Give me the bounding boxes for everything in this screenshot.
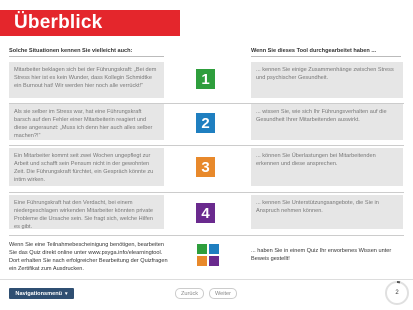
overview-row-1: Mitarbeiter beklagen sich bei der Führun…	[9, 62, 404, 106]
quiz-grid-icon[interactable]	[197, 244, 219, 266]
navigation-menu-button[interactable]: Navigationsmenü ▾	[9, 288, 74, 299]
module-3-button[interactable]: 3	[196, 157, 215, 177]
situation-text: Mitarbeiter beklagen sich bei der Führun…	[9, 62, 164, 98]
situation-text: Als sie selber im Stress war, hat eine F…	[9, 104, 164, 140]
page-indicator: 2	[395, 290, 399, 296]
quiz-result-text: ... haben Sie in einem Quiz Ihr erworben…	[251, 248, 392, 262]
overview-row-4: Eine Führungskraft hat den Verdacht, bei…	[9, 195, 404, 237]
divider	[9, 56, 164, 57]
result-text: ... kennen Sie einige Zusammenhänge zwis…	[251, 62, 403, 98]
divider	[251, 56, 401, 57]
overview-row-2: Als sie selber im Stress war, hat eine F…	[9, 104, 404, 148]
module-2-button[interactable]: 2	[196, 113, 215, 133]
situation-text: Ein Mitarbeiter kommt seit zwei Wochen u…	[9, 148, 164, 186]
navigation-menu-label: Navigationsmenü	[15, 290, 63, 297]
divider	[9, 192, 404, 193]
back-button[interactable]: Zurück	[175, 288, 204, 299]
result-text: ... kennen Sie Unterstützungsangebote, d…	[251, 195, 403, 229]
overview-row-3: Ein Mitarbeiter kommt seit zwei Wochen u…	[9, 148, 404, 194]
result-text: ... wissen Sie, wie sich Ihr Führungsver…	[251, 104, 403, 140]
divider	[0, 279, 413, 280]
divider	[9, 235, 404, 236]
column-heading-results: Wenn Sie dieses Tool durchgearbeitet hab…	[251, 48, 377, 54]
divider	[9, 145, 404, 146]
page-title: Überblick	[14, 12, 103, 33]
result-text: ... können Sie Überlastungen bei Mitarbe…	[251, 148, 403, 186]
certificate-info-text: Wenn Sie eine Teilnahmebescheinigung ben…	[9, 242, 168, 272]
module-1-button[interactable]: 1	[196, 69, 215, 89]
header: Überblick	[0, 0, 413, 40]
next-button[interactable]: Weiter	[209, 288, 237, 299]
module-4-button[interactable]: 4	[196, 203, 215, 223]
column-heading-situations: Solche Situationen kennen Sie vielleicht…	[9, 48, 133, 54]
situation-text: Eine Führungskraft hat den Verdacht, bei…	[9, 195, 164, 230]
chevron-down-icon: ▾	[65, 290, 68, 297]
title-banner: Überblick	[0, 10, 180, 36]
